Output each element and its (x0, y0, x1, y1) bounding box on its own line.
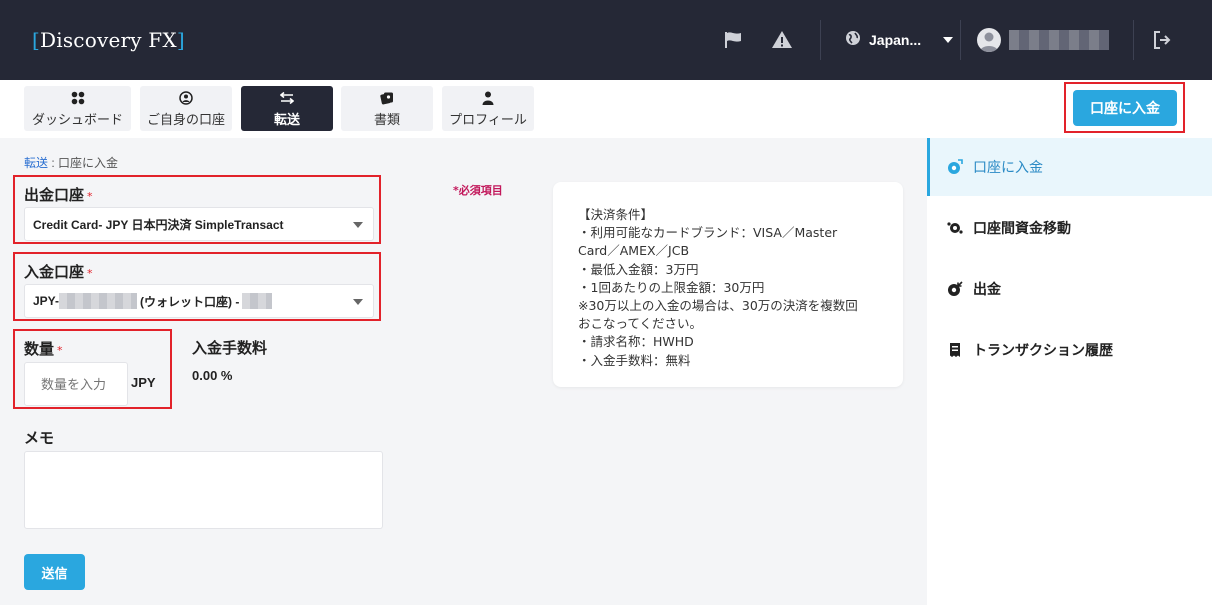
info-line: ・利用可能なカードブランド：VISA／Master (578, 225, 838, 241)
documents-icon (380, 90, 394, 106)
history-receipt-icon (947, 342, 963, 358)
header-divider (820, 20, 821, 60)
breadcrumb-parent-link[interactable]: 転送 (24, 156, 48, 170)
user-name-redacted (1009, 30, 1109, 50)
to-account-type: (ウォレット口座) - (140, 294, 240, 309)
sidebar-item-transaction-history[interactable]: トランザクション履歴 (927, 321, 1212, 379)
deposit-fee-value: 0.00 % (192, 368, 233, 383)
to-account-select[interactable]: JPY- (ウォレット口座) - (24, 284, 374, 318)
info-line: おこなってください。 (578, 316, 703, 332)
tab-label: ご自身の口座 (146, 111, 225, 127)
flag-icon[interactable] (723, 29, 745, 51)
deposit-fee-label: 入金手数料 (192, 339, 268, 357)
breadcrumb-current: 口座に入金 (58, 156, 119, 170)
internal-transfer-icon (947, 220, 963, 236)
sidebar-item-internal-transfer[interactable]: 口座間資金移動 (927, 199, 1212, 257)
chevron-down-icon (353, 299, 363, 305)
to-account-label: 入金口座 * (24, 263, 93, 281)
payment-conditions-box: 【決済条件】 ・利用可能なカードブランド：VISA／Master Card／AM… (553, 182, 903, 387)
quantity-label: 数量 * (24, 340, 63, 358)
deposit-to-account-button[interactable]: 口座に入金 (1073, 90, 1177, 126)
chevron-down-icon (353, 222, 363, 228)
sidebar-item-deposit[interactable]: 口座に入金 (927, 138, 1212, 196)
info-line: 【決済条件】 (578, 207, 654, 222)
breadcrumb-separator: : (48, 156, 59, 170)
app-logo[interactable]: [Discovery FX] (32, 28, 185, 52)
redacted-account-balance (242, 293, 273, 309)
logout-icon[interactable] (1151, 29, 1173, 51)
info-line: ・請求名称：HWHD (578, 334, 694, 350)
person-icon (482, 90, 494, 106)
info-line: Card／AMEX／JCB (578, 243, 690, 259)
quantity-input[interactable] (24, 362, 128, 406)
user-menu[interactable] (977, 28, 1109, 52)
language-selector[interactable]: Japan... (845, 30, 954, 49)
tab-dashboard[interactable]: ダッシュボード (24, 86, 131, 131)
tab-transfer[interactable]: 転送 (241, 86, 333, 131)
to-account-prefix: JPY- (33, 294, 60, 308)
tab-documents[interactable]: 書類 (341, 86, 433, 131)
header-divider (960, 20, 961, 60)
info-line: ・1回あたりの上限金額：30万円 (578, 279, 765, 295)
avatar (977, 28, 1001, 52)
globe-icon (845, 30, 861, 49)
sidebar-item-label: 口座に入金 (973, 160, 1043, 176)
header-divider (1133, 20, 1134, 60)
quantity-unit: JPY (131, 375, 156, 390)
redacted-account-number (59, 293, 138, 309)
tab-profile[interactable]: プロフィール (442, 86, 534, 131)
from-account-value: Credit Card- JPY 日本円決済 SimpleTransact (33, 217, 284, 232)
language-label: Japan... (869, 31, 922, 48)
transfer-arrows-icon (280, 90, 294, 106)
memo-label: メモ (24, 429, 55, 447)
memo-textarea[interactable] (24, 451, 383, 529)
sidebar-item-withdraw[interactable]: 出金 (927, 260, 1212, 318)
tab-label: プロフィール (449, 111, 527, 127)
tab-label: 書類 (373, 111, 400, 127)
chevron-down-icon (943, 36, 954, 43)
tab-label: ダッシュボード (31, 111, 123, 127)
from-account-select[interactable]: Credit Card- JPY 日本円決済 SimpleTransact (24, 207, 374, 241)
sidebar-item-label: 口座間資金移動 (973, 221, 1071, 237)
tab-my-accounts[interactable]: ご自身の口座 (140, 86, 232, 131)
breadcrumb: 転送 : 口座に入金 (24, 154, 118, 171)
from-account-label: 出金口座 * (24, 186, 93, 204)
withdraw-coin-icon (947, 281, 963, 297)
tab-label: 転送 (273, 111, 300, 127)
deposit-coin-icon (947, 159, 963, 175)
submit-button[interactable]: 送信 (24, 554, 85, 590)
user-circle-icon (179, 90, 193, 106)
required-fields-note: *必須項目 (453, 184, 503, 197)
warning-icon[interactable] (771, 29, 793, 51)
info-line: ※30万以上の入金の場合は、30万の決済を複数回 (578, 298, 858, 314)
grid-icon (71, 90, 85, 106)
sidebar-item-label: 出金 (973, 282, 1001, 298)
sidebar-item-label: トランザクション履歴 (973, 343, 1113, 359)
info-line: ・最低入金額：3万円 (578, 261, 699, 277)
info-line: ・入金手数料：無料 (578, 352, 691, 368)
